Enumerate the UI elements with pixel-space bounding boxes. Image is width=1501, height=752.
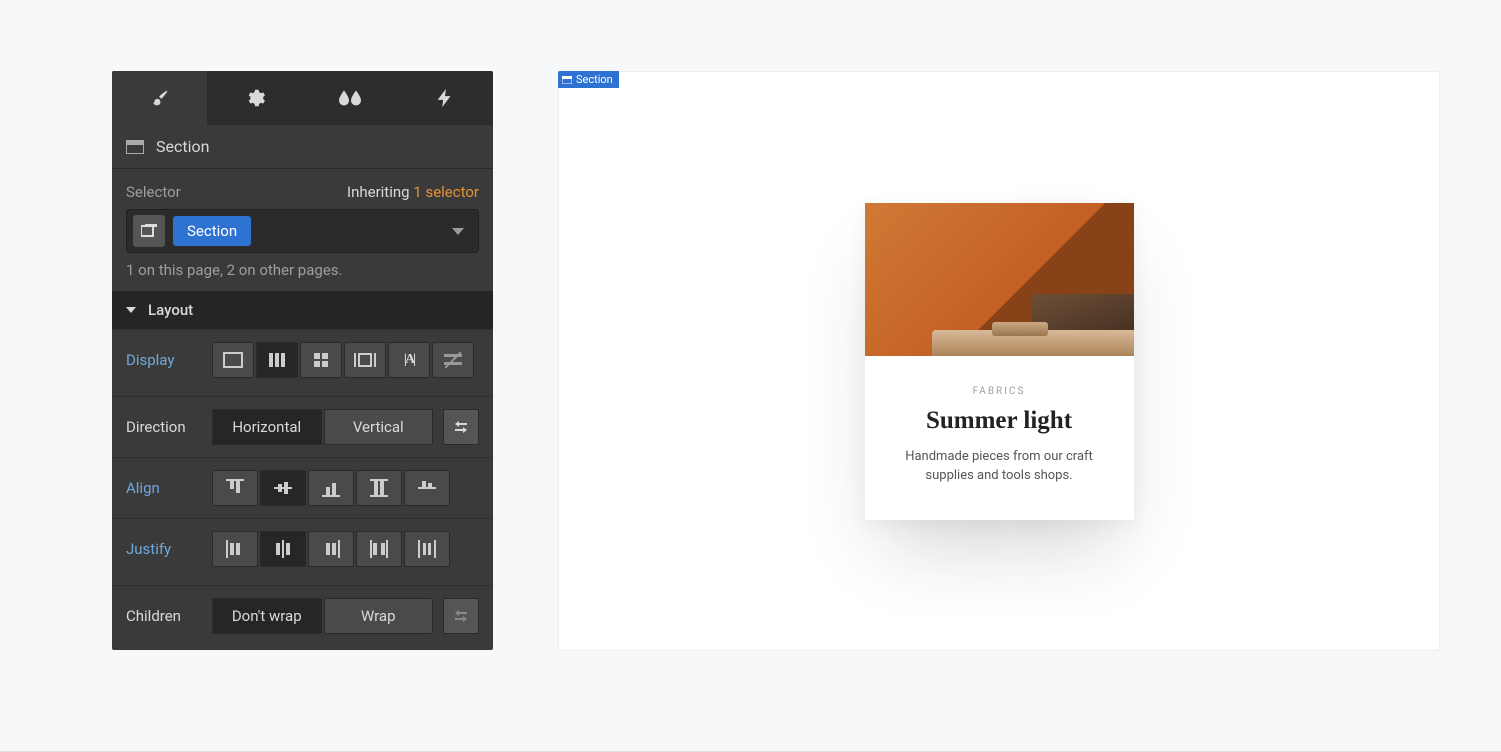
chevron-down-icon <box>452 228 464 235</box>
display-inline-icon: |A| <box>404 352 414 368</box>
style-panel: Section Selector Inheriting 1 selector S… <box>112 71 493 650</box>
tab-settings[interactable] <box>207 71 302 125</box>
justify-center-button[interactable] <box>260 531 306 567</box>
breadcrumb: Section <box>112 125 493 169</box>
canvas-content: FABRICS Summer light Handmade pieces fro… <box>559 72 1439 650</box>
layout-group-header[interactable]: Layout <box>112 291 493 329</box>
justify-between-button[interactable] <box>356 531 402 567</box>
display-block-icon <box>223 352 243 368</box>
align-baseline-icon <box>418 479 436 497</box>
card-description: Handmade pieces from our craft supplies … <box>893 447 1106 486</box>
card-body: FABRICS Summer light Handmade pieces fro… <box>865 356 1134 520</box>
display-buttons: |A| <box>212 342 474 378</box>
align-baseline-button[interactable] <box>404 470 450 506</box>
selector-chip[interactable]: Section <box>173 216 251 246</box>
selector-header: Selector Inheriting 1 selector <box>112 169 493 209</box>
children-nowrap-button[interactable]: Don't wrap <box>212 598 322 634</box>
align-center-button[interactable] <box>260 470 306 506</box>
caret-down-icon <box>126 307 136 313</box>
card-title: Summer light <box>893 407 1106 435</box>
align-label: Align <box>126 479 202 497</box>
display-flex-icon <box>269 353 285 367</box>
align-center-icon <box>274 479 292 497</box>
selector-inheriting: Inheriting 1 selector <box>347 183 479 201</box>
justify-end-icon <box>322 540 340 558</box>
gear-icon <box>244 87 266 109</box>
direction-buttons: Horizontal Vertical <box>212 409 433 445</box>
selector-field[interactable]: Section <box>126 209 479 253</box>
children-wrap-button[interactable]: Wrap <box>324 598 434 634</box>
children-row: Children Don't wrap Wrap <box>112 585 493 650</box>
align-row: Align <box>112 457 493 518</box>
display-grid-button[interactable] <box>300 342 342 378</box>
reverse-icon <box>452 418 470 436</box>
children-label: Children <box>126 607 202 625</box>
direction-reverse-button[interactable] <box>443 409 479 445</box>
display-inline-block-icon <box>352 353 378 367</box>
direction-horizontal-button[interactable]: Horizontal <box>212 409 322 445</box>
bolt-icon <box>434 87 456 109</box>
display-inline-button[interactable]: |A| <box>388 342 430 378</box>
children-buttons: Don't wrap Wrap <box>212 598 433 634</box>
direction-row: Direction Horizontal Vertical <box>112 396 493 457</box>
section-icon <box>562 76 572 84</box>
section-icon <box>126 140 144 154</box>
direction-label: Direction <box>126 418 202 436</box>
align-stretch-icon <box>370 479 388 497</box>
display-inline-block-button[interactable] <box>344 342 386 378</box>
canvas-selection-label: Section <box>576 73 613 86</box>
reverse-icon <box>452 607 470 625</box>
app-stage: Section Selector Inheriting 1 selector S… <box>0 0 1501 752</box>
selector-state-button[interactable] <box>133 215 165 247</box>
canvas-section[interactable]: Section FABRICS Summer light Handmade pi… <box>558 71 1440 651</box>
align-buttons <box>212 470 450 506</box>
breadcrumb-label: Section <box>156 137 209 156</box>
justify-between-icon <box>370 540 388 558</box>
display-flex-button[interactable] <box>256 342 298 378</box>
selector-meta: 1 on this page, 2 on other pages. <box>112 261 493 291</box>
display-grid-icon <box>314 353 328 367</box>
selector-label: Selector <box>126 183 181 201</box>
card-eyebrow: FABRICS <box>893 386 1106 397</box>
justify-start-icon <box>226 540 244 558</box>
children-reverse-button[interactable] <box>443 598 479 634</box>
droplets-icon <box>339 87 361 109</box>
selector-inheriting-link[interactable]: 1 selector <box>413 183 479 201</box>
align-start-icon <box>226 479 244 497</box>
product-card[interactable]: FABRICS Summer light Handmade pieces fro… <box>865 203 1134 520</box>
display-none-icon <box>444 351 462 369</box>
direction-vertical-button[interactable]: Vertical <box>324 409 434 445</box>
selector-state-icon <box>141 224 157 238</box>
tab-style[interactable] <box>112 71 207 125</box>
align-start-button[interactable] <box>212 470 258 506</box>
align-stretch-button[interactable] <box>356 470 402 506</box>
display-row: Display |A| <box>112 329 493 390</box>
align-end-button[interactable] <box>308 470 354 506</box>
display-none-button[interactable] <box>432 342 474 378</box>
justify-around-icon <box>418 540 436 558</box>
layout-title: Layout <box>148 301 193 319</box>
justify-row: Justify <box>112 518 493 579</box>
justify-label: Justify <box>126 540 202 558</box>
justify-buttons <box>212 531 450 567</box>
card-image <box>865 203 1134 356</box>
justify-center-icon <box>274 540 292 558</box>
align-end-icon <box>322 479 340 497</box>
brush-icon <box>149 87 171 109</box>
display-block-button[interactable] <box>212 342 254 378</box>
justify-start-button[interactable] <box>212 531 258 567</box>
justify-around-button[interactable] <box>404 531 450 567</box>
tab-effects[interactable] <box>303 71 398 125</box>
justify-end-button[interactable] <box>308 531 354 567</box>
tab-interactions[interactable] <box>398 71 493 125</box>
display-label: Display <box>126 351 202 369</box>
panel-tabs <box>112 71 493 125</box>
canvas-selection-badge[interactable]: Section <box>558 71 619 88</box>
